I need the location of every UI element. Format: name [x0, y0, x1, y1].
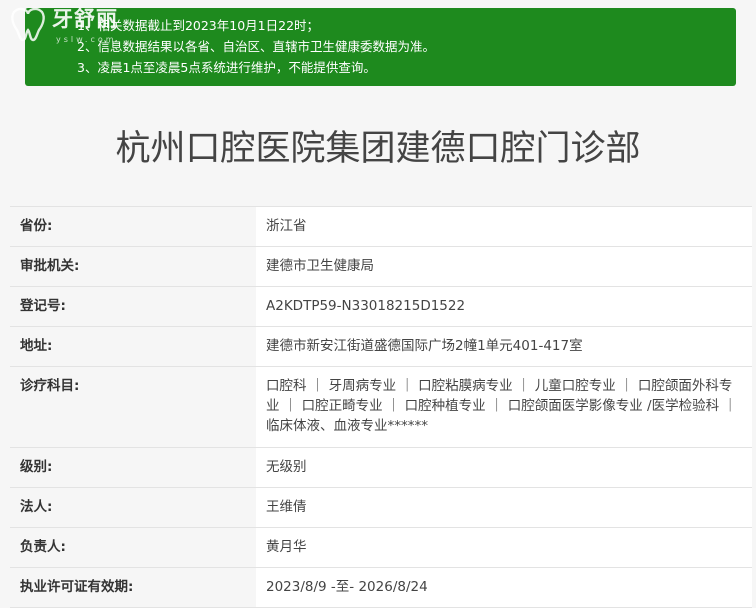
page-title: 杭州口腔医院集团建德口腔门诊部	[115, 129, 641, 168]
row-value-level: 无级别	[256, 447, 752, 488]
notice-line-2: 2、信息数据结果以各省、自治区、直辖市卫生健康委数据为准。	[77, 39, 435, 54]
row-label-legal-person: 法人:	[10, 487, 256, 528]
row-label-province: 省份:	[10, 206, 256, 247]
row-value-registration-number: A2KDTP59-N33018215D1522	[256, 286, 752, 327]
table-row: 级别: 无级别	[10, 447, 752, 488]
table-row: 登记号: A2KDTP59-N33018215D1522	[10, 286, 752, 327]
table-row: 诊疗科目: 口腔科 ｜ 牙周病专业 ｜ 口腔粘膜病专业 ｜ 儿童口腔专业 ｜ 口…	[10, 366, 752, 448]
row-value-person-in-charge: 黄月华	[256, 527, 752, 568]
row-label-level: 级别:	[10, 447, 256, 488]
row-label-approval-authority: 审批机关:	[10, 246, 256, 287]
table-row: 地址: 建德市新安江街道盛德国际广场2幢1单元401-417室	[10, 326, 752, 367]
row-value-legal-person: 王维倩	[256, 487, 752, 528]
row-label-license-validity: 执业许可证有效期:	[10, 567, 256, 608]
logo-subtext: yslw.com	[56, 35, 117, 44]
table-row: 省份: 浙江省	[10, 206, 752, 247]
row-label-person-in-charge: 负责人:	[10, 527, 256, 568]
tooth-logo-icon	[11, 7, 45, 42]
table-row: 负责人: 黄月华	[10, 527, 752, 568]
row-value-departments: 口腔科 ｜ 牙周病专业 ｜ 口腔粘膜病专业 ｜ 儿童口腔专业 ｜ 口腔颌面外科专…	[256, 366, 752, 448]
logo-text: 牙舒丽	[52, 6, 118, 31]
row-label-departments: 诊疗科目:	[10, 366, 256, 448]
row-label-address: 地址:	[10, 326, 256, 367]
table-row: 执业许可证有效期: 2023/8/9 -至- 2026/8/24	[10, 567, 752, 608]
row-value-province: 浙江省	[256, 206, 752, 247]
notice-line-3: 3、凌晨1点至凌晨5点系统进行维护，不能提供查询。	[77, 60, 376, 75]
notice-line-1: 1、相关数据截止到2023年10月1日22时；	[77, 18, 320, 33]
row-value-address: 建德市新安江街道盛德国际广场2幢1单元401-417室	[256, 326, 752, 367]
row-value-approval-authority: 建德市卫生健康局	[256, 246, 752, 287]
site-logo: 牙舒丽 yslw.com	[6, 4, 136, 48]
clinic-info-table: 省份: 浙江省 审批机关: 建德市卫生健康局 登记号: A2KDTP59-N33…	[10, 206, 752, 608]
table-row: 法人: 王维倩	[10, 487, 752, 528]
table-row: 审批机关: 建德市卫生健康局	[10, 246, 752, 287]
row-label-registration-number: 登记号:	[10, 286, 256, 327]
row-value-license-validity: 2023/8/9 -至- 2026/8/24	[256, 567, 752, 608]
